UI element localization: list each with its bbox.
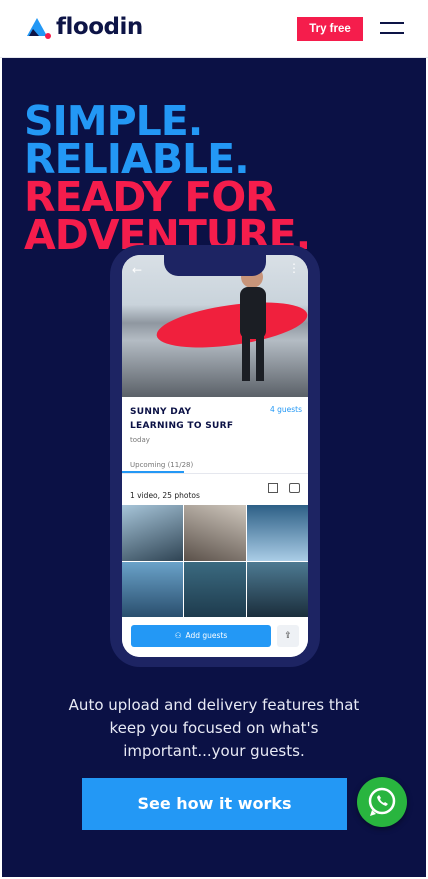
event-title: SUNNY DAY LEARNING TO SURF: [130, 407, 234, 431]
photo-thumbnail[interactable]: [184, 505, 246, 561]
camera-icon[interactable]: [289, 483, 300, 493]
photo-thumbnail[interactable]: [122, 505, 184, 561]
try-free-button[interactable]: Try free: [297, 17, 363, 41]
phone-tabs: Upcoming (11/28): [122, 457, 308, 474]
tab-upcoming[interactable]: Upcoming (11/28): [130, 461, 193, 469]
add-guests-button[interactable]: ⚇ Add guests: [131, 625, 271, 647]
phone-bottom-bar: ⚇ Add guests ⇪: [122, 617, 308, 657]
media-count: 1 video, 25 photos: [130, 491, 200, 500]
photo-thumbnail[interactable]: [246, 505, 308, 561]
add-guests-label: Add guests: [185, 631, 228, 640]
photo-thumbnail[interactable]: [246, 561, 308, 617]
event-info: SUNNY DAY LEARNING TO SURF 4 guests toda…: [130, 405, 302, 444]
menu-line: [380, 32, 404, 34]
hero-headline: SIMPLE. RELIABLE. READY FOR ADVENTURE.: [24, 101, 311, 256]
whatsapp-icon[interactable]: [357, 777, 407, 827]
surfer-illustration: [156, 266, 308, 381]
share-icon[interactable]: ⇪: [277, 625, 299, 647]
guests-count[interactable]: 4 guests: [270, 405, 302, 414]
top-nav: floodin Try free: [0, 0, 428, 58]
event-date: today: [130, 436, 150, 444]
menu-line: [380, 22, 404, 24]
photo-thumbnail[interactable]: [184, 561, 246, 617]
brand-name[interactable]: floodin: [56, 14, 143, 40]
hero-tagline: Auto upload and delivery features that k…: [68, 696, 360, 760]
see-how-it-works-button[interactable]: See how it works: [82, 778, 347, 830]
media-row: 1 video, 25 photos: [130, 483, 302, 500]
phone-mockup: ← ⋮ SUNNY DAY LEARNING TO SURF 4 guests …: [110, 245, 320, 667]
floodin-logo-icon[interactable]: [27, 18, 51, 40]
menu-icon[interactable]: [380, 22, 404, 36]
event-cover-photo: ← ⋮: [122, 255, 308, 397]
back-arrow-icon[interactable]: ←: [132, 263, 142, 277]
whatsapp-glyph: [368, 787, 396, 816]
select-icon[interactable]: [268, 483, 278, 493]
more-icon[interactable]: ⋮: [288, 261, 300, 275]
add-user-icon: ⚇: [174, 631, 182, 640]
phone-notch: [164, 254, 266, 276]
tab-active-underline: [122, 471, 184, 473]
hero-section: SIMPLE. RELIABLE. READY FOR ADVENTURE. ←…: [2, 58, 426, 877]
photo-thumbnail[interactable]: [122, 561, 184, 617]
photo-grid: [122, 505, 308, 617]
phone-screen: ← ⋮ SUNNY DAY LEARNING TO SURF 4 guests …: [122, 255, 308, 657]
